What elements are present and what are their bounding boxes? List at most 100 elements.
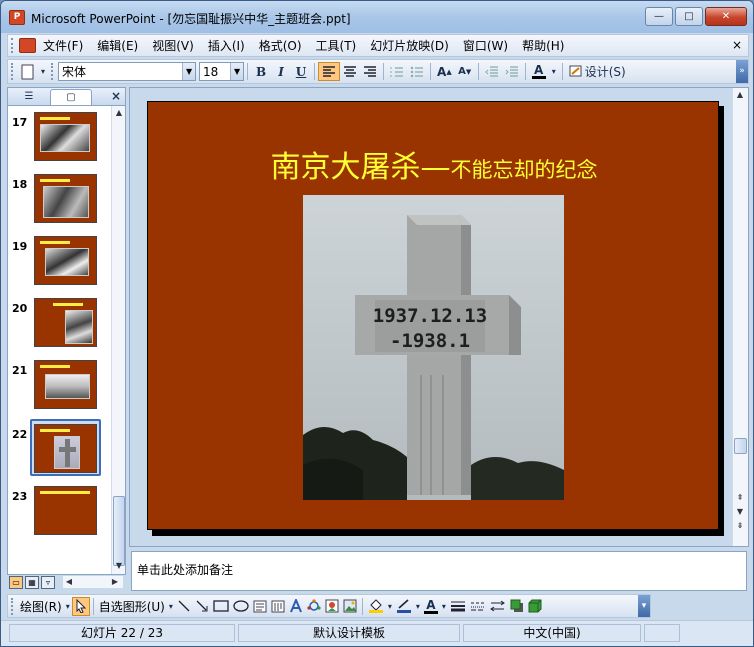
diagram-icon[interactable] — [305, 597, 323, 616]
line-style-icon[interactable] — [448, 597, 468, 616]
scroll-thumb[interactable] — [113, 496, 125, 566]
tab-outline[interactable]: ☰ — [8, 89, 50, 105]
menu-file[interactable]: 文件(F) — [36, 37, 90, 54]
menu-help[interactable]: 帮助(H) — [515, 37, 571, 54]
language-indicator[interactable]: 中文(中国) — [463, 624, 641, 642]
chevron-down-icon[interactable]: ▼ — [182, 63, 196, 80]
chevron-down-icon[interactable]: ▾ — [414, 597, 422, 616]
wordart-icon[interactable] — [287, 597, 305, 616]
notes-placeholder[interactable]: 单击此处添加备注 — [137, 561, 233, 578]
chevron-down-icon[interactable]: ▼ — [230, 63, 244, 80]
notes-pane[interactable]: 单击此处添加备注 — [131, 551, 747, 591]
slide-preview[interactable] — [34, 174, 97, 223]
toolbar-grip-2[interactable] — [51, 63, 55, 80]
slide-preview[interactable] — [34, 360, 97, 409]
chevron-down-icon[interactable]: ▾ — [386, 597, 394, 616]
font-color-button[interactable]: A — [422, 597, 440, 616]
scroll-up-icon[interactable]: ▲ — [113, 107, 125, 119]
italic-button[interactable]: I — [271, 62, 291, 81]
scroll-up-icon[interactable]: ▲ — [734, 89, 746, 101]
toolbar-options-icon[interactable]: ▾ — [638, 595, 650, 617]
rectangle-icon[interactable] — [211, 597, 231, 616]
fill-color-icon[interactable] — [366, 597, 386, 616]
clipart-icon[interactable] — [323, 597, 341, 616]
slideshow-view-icon[interactable]: ▿ — [41, 576, 55, 589]
chevron-down-icon[interactable]: ▾ — [440, 597, 448, 616]
slide-preview[interactable] — [34, 486, 97, 535]
normal-view-icon[interactable]: ▭ — [9, 576, 23, 589]
insert-picture-icon[interactable] — [341, 597, 359, 616]
monument-photo[interactable]: 1937.12.13 -1938.1 — [303, 195, 564, 500]
slide-preview[interactable] — [34, 424, 97, 473]
scroll-down-icon[interactable]: ▼ — [734, 506, 746, 518]
scroll-left-icon[interactable]: ◀ — [63, 576, 75, 588]
design-button[interactable]: 设计(S) — [566, 62, 629, 81]
shadow-style-icon[interactable] — [508, 597, 526, 616]
slide-scrollbar[interactable]: ▲ ⇞ ▼ ⇟ — [732, 88, 748, 546]
close-button[interactable]: ✕ — [705, 7, 747, 26]
shrink-font-icon[interactable]: A ▼ — [455, 62, 475, 81]
align-left-icon[interactable] — [318, 62, 341, 81]
toolbar-options-icon[interactable]: » — [736, 60, 748, 83]
bullets-icon[interactable] — [407, 62, 427, 81]
previous-slide-icon[interactable]: ⇞ — [734, 492, 746, 504]
slide-sorter-view-icon[interactable]: ▦ — [25, 576, 39, 589]
draw-menu-button[interactable]: 绘图(R) — [18, 598, 64, 615]
document-close-icon[interactable]: × — [730, 38, 744, 52]
new-slide-icon[interactable] — [18, 62, 38, 81]
autoshapes-button[interactable]: 自选图形(U) — [97, 598, 167, 615]
document-icon[interactable] — [19, 38, 36, 53]
slide-thumbnail-20[interactable]: 20 — [8, 296, 112, 354]
slide-canvas[interactable]: 南京大屠杀—不能忘却的纪念 1937.12.13 -1938.1 — [147, 101, 719, 530]
next-slide-icon[interactable]: ⇟ — [734, 520, 746, 532]
horizontal-scrollbar[interactable]: ◀ ▶ — [63, 576, 123, 588]
thumbnail-scrollbar[interactable]: ▲ ▼ — [111, 106, 125, 574]
menu-slideshow[interactable]: 幻灯片放映(D) — [363, 37, 456, 54]
oval-icon[interactable] — [231, 597, 251, 616]
decrease-indent-icon[interactable] — [482, 62, 502, 81]
font-color-button[interactable]: A — [529, 62, 549, 81]
line-color-icon[interactable] — [394, 597, 414, 616]
chevron-down-icon[interactable]: ▾ — [167, 597, 175, 616]
scroll-down-icon[interactable]: ▼ — [113, 560, 125, 572]
maximize-button[interactable]: □ — [675, 7, 703, 26]
powerpoint-app-icon[interactable]: P — [9, 10, 25, 25]
slide-preview[interactable] — [34, 236, 97, 285]
align-center-icon[interactable] — [340, 62, 360, 81]
slide-preview[interactable] — [34, 112, 97, 161]
menu-view[interactable]: 视图(V) — [145, 37, 201, 54]
slide-preview[interactable] — [34, 298, 97, 347]
chevron-down-icon[interactable]: ▾ — [549, 62, 559, 81]
scroll-right-icon[interactable]: ▶ — [109, 576, 121, 588]
minimize-button[interactable]: — — [645, 7, 673, 26]
arrow-icon[interactable] — [193, 597, 211, 616]
vertical-textbox-icon[interactable] — [269, 597, 287, 616]
slide-thumbnail-19[interactable]: 19 — [8, 234, 112, 292]
menu-window[interactable]: 窗口(W) — [456, 37, 515, 54]
grow-font-icon[interactable]: A ▲ — [434, 62, 455, 81]
scroll-thumb[interactable] — [734, 438, 747, 454]
menu-tools[interactable]: 工具(T) — [309, 37, 364, 54]
bold-button[interactable]: B — [251, 62, 271, 81]
toolbar-grip[interactable] — [11, 63, 15, 80]
pane-close-icon[interactable]: × — [111, 89, 121, 103]
select-objects-icon[interactable] — [71, 596, 90, 616]
align-right-icon[interactable] — [360, 62, 380, 81]
arrow-style-icon[interactable] — [488, 597, 508, 616]
dash-style-icon[interactable] — [468, 597, 488, 616]
chevron-down-icon[interactable]: ▾ — [64, 597, 72, 616]
3d-style-icon[interactable] — [526, 597, 544, 616]
textbox-icon[interactable] — [251, 597, 269, 616]
design-template-name[interactable]: 默认设计模板 — [238, 624, 460, 642]
line-icon[interactable] — [175, 597, 193, 616]
menu-format[interactable]: 格式(O) — [252, 37, 309, 54]
slide-thumbnail-22[interactable]: 22 — [8, 419, 112, 480]
tab-slides[interactable]: ▢ — [50, 89, 92, 105]
slide-title[interactable]: 南京大屠杀—不能忘却的纪念 — [148, 142, 720, 186]
menu-insert[interactable]: 插入(I) — [201, 37, 252, 54]
chevron-down-icon[interactable]: ▾ — [38, 62, 48, 81]
menu-edit[interactable]: 编辑(E) — [90, 37, 145, 54]
slide-thumbnail-18[interactable]: 18 — [8, 172, 112, 230]
font-name-select[interactable]: 宋体 ▼ — [58, 62, 197, 81]
underline-button[interactable]: U — [291, 62, 311, 81]
